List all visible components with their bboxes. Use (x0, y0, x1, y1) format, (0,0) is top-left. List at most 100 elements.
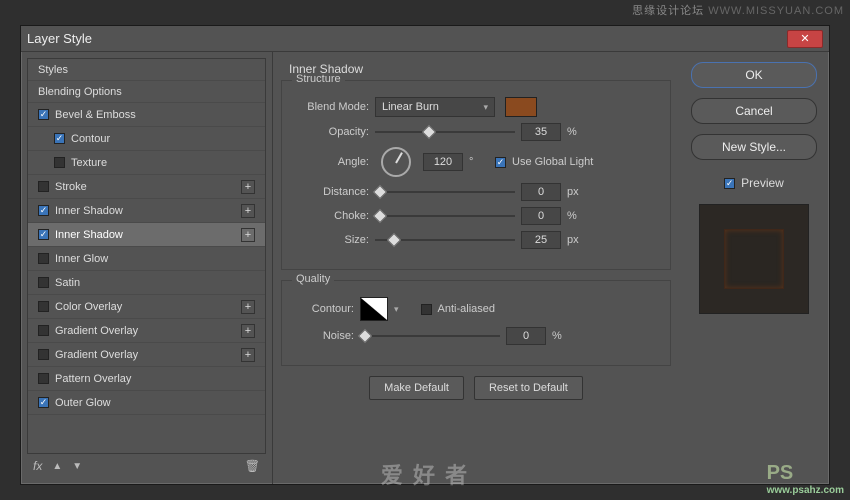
style-checkbox[interactable] (54, 133, 65, 144)
right-panel: OK Cancel New Style... Preview (679, 52, 829, 484)
close-button[interactable]: ✕ (787, 30, 823, 48)
style-checkbox[interactable] (38, 325, 49, 336)
size-value[interactable]: 25 (521, 231, 561, 249)
make-default-button[interactable]: Make Default (369, 376, 464, 400)
watermark-top: 思缘设计论坛 WWW.MISSYUAN.COM (632, 2, 844, 18)
style-item-texture[interactable]: Texture (28, 151, 265, 175)
noise-value[interactable]: 0 (506, 327, 546, 345)
style-checkbox[interactable] (38, 397, 49, 408)
preview-label: Preview (741, 176, 784, 190)
preview-thumbnail (699, 204, 809, 314)
size-slider[interactable] (375, 233, 515, 247)
quality-legend: Quality (292, 273, 334, 285)
distance-label: Distance: (294, 186, 369, 198)
add-effect-icon[interactable]: + (241, 204, 255, 218)
structure-group: Structure Blend Mode: Linear Burn ▾ Opac… (281, 80, 671, 270)
add-effect-icon[interactable]: + (241, 300, 255, 314)
blend-mode-value: Linear Burn (382, 101, 439, 113)
effect-settings-panel: Inner Shadow Structure Blend Mode: Linea… (273, 52, 679, 484)
angle-unit: ° (469, 156, 489, 168)
choke-slider[interactable] (375, 209, 515, 223)
style-label: Gradient Overlay (55, 325, 138, 337)
add-effect-icon[interactable]: + (241, 180, 255, 194)
size-label: Size: (294, 234, 369, 246)
angle-label: Angle: (294, 156, 369, 168)
style-item-gradient-overlay[interactable]: Gradient Overlay + (28, 319, 265, 343)
style-checkbox[interactable] (38, 181, 49, 192)
angle-value[interactable]: 120 (423, 153, 463, 171)
choke-label: Choke: (294, 210, 369, 222)
style-label: Satin (55, 277, 80, 289)
style-label: Inner Shadow (55, 229, 123, 241)
quality-group: Quality Contour: ▾ Anti-aliased Noise: 0… (281, 280, 671, 366)
antialiased-label: Anti-aliased (438, 303, 495, 315)
styles-list: Styles Blending Options Bevel & Emboss Co… (27, 58, 266, 454)
layer-style-dialog: Layer Style ✕ Styles Blending Options Be… (20, 25, 830, 485)
contour-picker[interactable] (360, 297, 388, 321)
blend-mode-label: Blend Mode: (294, 101, 369, 113)
add-effect-icon[interactable]: + (241, 228, 255, 242)
style-item-stroke[interactable]: Stroke + (28, 175, 265, 199)
style-item-inner-shadow[interactable]: Inner Shadow + (28, 223, 265, 247)
add-effect-icon[interactable]: + (241, 348, 255, 362)
move-up-icon[interactable]: ▲ (52, 461, 62, 472)
style-checkbox[interactable] (54, 157, 65, 168)
shadow-color-swatch[interactable] (505, 97, 537, 117)
size-unit: px (567, 234, 587, 246)
style-item-outer-glow[interactable]: Outer Glow (28, 391, 265, 415)
watermark-center: 爱 好 者 (381, 458, 469, 490)
ok-button[interactable]: OK (691, 62, 817, 88)
opacity-slider[interactable] (375, 125, 515, 139)
fx-menu[interactable]: fx (33, 459, 42, 473)
watermark-right: PSwww.psahz.com (767, 462, 844, 496)
style-checkbox[interactable] (38, 253, 49, 264)
style-item-inner-shadow[interactable]: Inner Shadow+ (28, 199, 265, 223)
style-checkbox[interactable] (38, 301, 49, 312)
style-checkbox[interactable] (38, 109, 49, 120)
style-item-satin[interactable]: Satin (28, 271, 265, 295)
noise-label: Noise: (294, 330, 354, 342)
opacity-value[interactable]: 35 (521, 123, 561, 141)
style-checkbox[interactable] (38, 205, 49, 216)
style-item-inner-glow[interactable]: Inner Glow (28, 247, 265, 271)
style-checkbox[interactable] (38, 373, 49, 384)
chevron-down-icon[interactable]: ▾ (394, 304, 399, 315)
cancel-button[interactable]: Cancel (691, 98, 817, 124)
noise-slider[interactable] (360, 329, 500, 343)
trash-icon[interactable]: 🗑 (245, 459, 260, 473)
style-checkbox[interactable] (38, 229, 49, 240)
style-label: Stroke (55, 181, 87, 193)
move-down-icon[interactable]: ▼ (72, 461, 82, 472)
style-item-color-overlay[interactable]: Color Overlay + (28, 295, 265, 319)
distance-unit: px (567, 186, 587, 198)
structure-legend: Structure (292, 73, 345, 85)
styles-header[interactable]: Styles (28, 59, 265, 81)
blending-options[interactable]: Blending Options (28, 81, 265, 103)
preview-checkbox[interactable] (724, 178, 735, 189)
style-label: Contour (71, 133, 110, 145)
contour-label: Contour: (294, 303, 354, 315)
opacity-unit: % (567, 126, 587, 138)
distance-value[interactable]: 0 (521, 183, 561, 201)
panel-title: Inner Shadow (289, 62, 671, 76)
new-style-button[interactable]: New Style... (691, 134, 817, 160)
style-label: Texture (71, 157, 107, 169)
choke-unit: % (567, 210, 587, 222)
style-item-pattern-overlay[interactable]: Pattern Overlay (28, 367, 265, 391)
style-item-bevel-emboss[interactable]: Bevel & Emboss (28, 103, 265, 127)
blend-mode-dropdown[interactable]: Linear Burn ▾ (375, 97, 495, 117)
style-item-contour[interactable]: Contour (28, 127, 265, 151)
use-global-light-checkbox[interactable] (495, 157, 506, 168)
style-checkbox[interactable] (38, 349, 49, 360)
distance-slider[interactable] (375, 185, 515, 199)
angle-dial[interactable] (381, 147, 411, 177)
use-global-light-label: Use Global Light (512, 156, 593, 168)
style-label: Color Overlay (55, 301, 122, 313)
antialiased-checkbox[interactable] (421, 304, 432, 315)
add-effect-icon[interactable]: + (241, 324, 255, 338)
reset-default-button[interactable]: Reset to Default (474, 376, 583, 400)
choke-value[interactable]: 0 (521, 207, 561, 225)
style-checkbox[interactable] (38, 277, 49, 288)
style-item-gradient-overlay[interactable]: Gradient Overlay+ (28, 343, 265, 367)
styles-sidebar: Styles Blending Options Bevel & Emboss Co… (21, 52, 273, 484)
